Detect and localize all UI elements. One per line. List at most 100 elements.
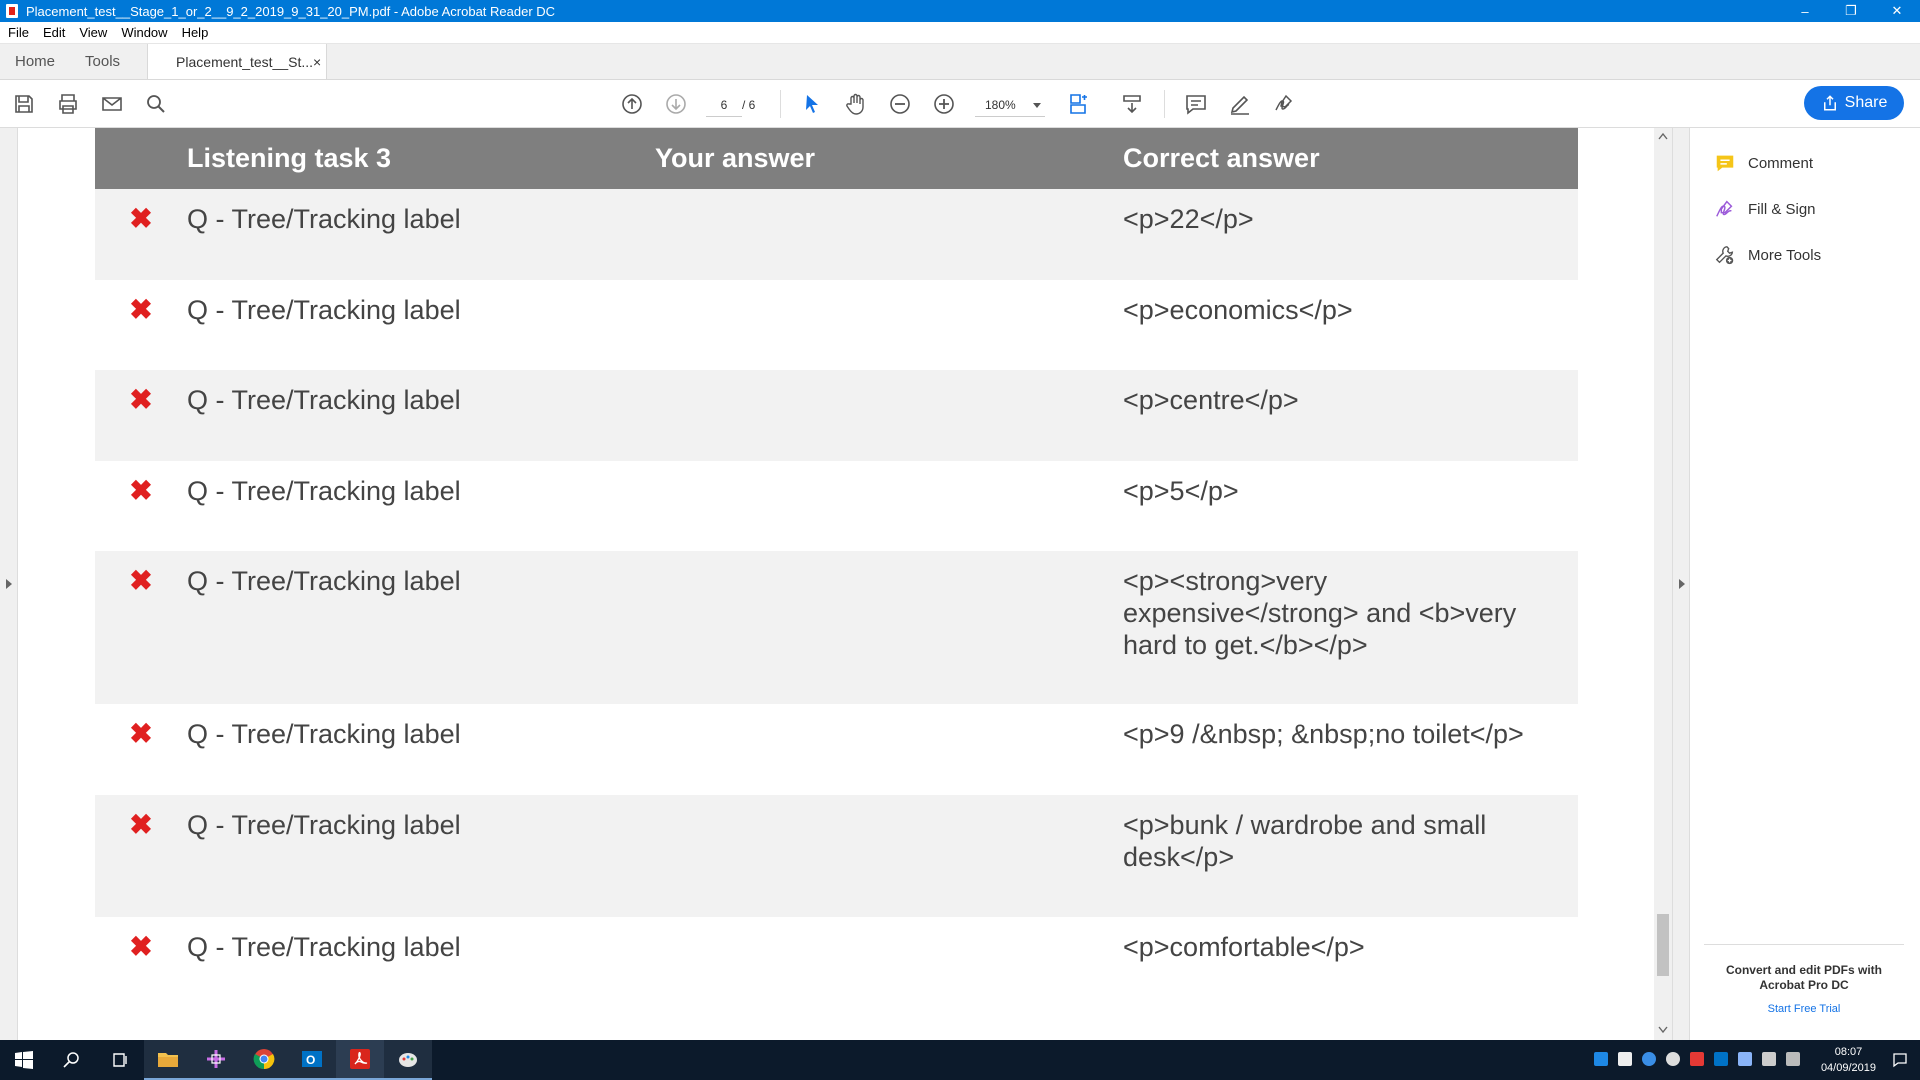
skype-icon[interactable] <box>1594 1052 1608 1066</box>
chevron-right-icon <box>6 579 12 589</box>
upsell-title: Convert and edit PDFs with Acrobat Pro D… <box>1725 963 1882 992</box>
notifications-icon[interactable] <box>1892 1052 1908 1068</box>
share-button[interactable]: Share <box>1804 86 1904 120</box>
menu-window[interactable]: Window <box>121 25 167 40</box>
tab-home[interactable]: Home <box>0 44 70 79</box>
right-pane-toggle[interactable] <box>1672 128 1690 1040</box>
page-number-input[interactable]: 6 <box>706 93 742 117</box>
close-window-button[interactable]: ✕ <box>1874 0 1920 22</box>
wrong-mark-icon: ✖ <box>95 704 187 795</box>
minimize-button[interactable]: – <box>1782 0 1828 22</box>
your-answer-cell <box>655 917 1123 1007</box>
svg-text:O: O <box>306 1053 315 1067</box>
onedrive-icon[interactable] <box>1642 1052 1656 1066</box>
wrong-mark-icon: ✖ <box>95 370 187 461</box>
table-row: ✖ Q - Tree/Tracking label <p>economics</… <box>95 280 1578 370</box>
taskbar-clock[interactable]: 08:07 04/09/2019 <box>1821 1044 1876 1076</box>
outlook-tray-icon[interactable] <box>1714 1052 1728 1066</box>
fit-page-icon[interactable] <box>1064 90 1092 118</box>
scroll-up-icon[interactable] <box>1658 132 1668 140</box>
correct-answer-cell: <p>9 /&nbsp; &nbsp;no toilet</p> <box>1123 704 1578 795</box>
zoom-in-icon[interactable] <box>930 90 958 118</box>
question-label: Q - Tree/Tracking label <box>187 704 655 795</box>
menu-view[interactable]: View <box>79 25 107 40</box>
security-icon[interactable] <box>1690 1052 1704 1066</box>
tools-pane-comment[interactable]: Comment <box>1714 152 1813 174</box>
previous-page-icon[interactable] <box>618 90 646 118</box>
wrong-mark-icon: ✖ <box>95 461 187 551</box>
volume-icon[interactable] <box>1786 1052 1800 1066</box>
menu-edit[interactable]: Edit <box>43 25 65 40</box>
header-correct-answer: Correct answer <box>1123 128 1578 189</box>
tab-tools[interactable]: Tools <box>70 44 135 79</box>
save-icon[interactable] <box>10 90 38 118</box>
left-pane-toggle[interactable] <box>0 128 18 1040</box>
correct-answer-cell: <p><strong>very expensive</strong> and <… <box>1123 551 1578 704</box>
your-answer-cell <box>655 795 1123 917</box>
hand-tool-icon[interactable] <box>842 90 870 118</box>
acrobat-taskbar-icon[interactable] <box>336 1040 384 1080</box>
document-view[interactable]: Listening task 3 Your answer Correct ans… <box>18 128 1654 1040</box>
search-icon[interactable] <box>48 1040 96 1080</box>
title-bar: Placement_test__Stage_1_or_2__9_2_2019_9… <box>0 0 1920 22</box>
zoom-level-value: 180% <box>985 98 1016 112</box>
zoom-level-select[interactable]: 180% <box>975 93 1045 117</box>
correct-answer-cell: <p>22</p> <box>1123 189 1578 280</box>
comment-icon <box>1716 155 1734 172</box>
zoom-out-icon[interactable] <box>886 90 914 118</box>
tools-pane-fill-sign[interactable]: Fill & Sign <box>1714 198 1816 220</box>
scrollbar-thumb[interactable] <box>1657 914 1669 976</box>
menu-help[interactable]: Help <box>182 25 209 40</box>
tab-document-label: Placement_test__St... <box>176 53 314 70</box>
paint-icon[interactable] <box>384 1040 432 1080</box>
window-title: Placement_test__Stage_1_or_2__9_2_2019_9… <box>26 3 556 19</box>
windows-start-icon[interactable] <box>0 1040 48 1080</box>
print-icon[interactable] <box>54 90 82 118</box>
menu-file[interactable]: File <box>8 25 29 40</box>
start-free-trial-link[interactable]: Start Free Trial <box>1704 1003 1904 1015</box>
tab-close-icon[interactable]: × <box>313 54 321 70</box>
highlight-pen-icon[interactable] <box>1226 90 1254 118</box>
network-icon[interactable] <box>1762 1052 1776 1066</box>
select-cursor-icon[interactable] <box>798 90 826 118</box>
tray-app-icon[interactable] <box>1618 1052 1632 1066</box>
share-icon <box>1823 95 1836 111</box>
tools-pane: Comment Fill & Sign More Tools Convert a… <box>1690 128 1920 1040</box>
table-row: ✖ Q - Tree/Tracking label <p>comfortable… <box>95 917 1578 1007</box>
outlook-icon[interactable]: O <box>288 1040 336 1080</box>
next-page-icon[interactable] <box>662 90 690 118</box>
vertical-scrollbar[interactable] <box>1654 128 1672 1040</box>
clock-time: 08:07 <box>1834 1046 1863 1058</box>
sign-icon[interactable] <box>1270 90 1298 118</box>
sync-icon[interactable] <box>1738 1052 1752 1066</box>
comment-icon[interactable] <box>1182 90 1210 118</box>
question-label: Q - Tree/Tracking label <box>187 917 655 1007</box>
snipping-tool-icon[interactable] <box>192 1040 240 1080</box>
wrong-mark-icon: ✖ <box>95 280 187 370</box>
your-answer-cell <box>655 461 1123 551</box>
scroll-down-icon[interactable] <box>1658 1026 1668 1034</box>
question-label: Q - Tree/Tracking label <box>187 189 655 280</box>
clock-date: 04/09/2019 <box>1820 1062 1876 1074</box>
more-tools-icon <box>1715 246 1734 265</box>
scroll-mode-icon[interactable] <box>1118 90 1146 118</box>
upsell-panel: Convert and edit PDFs with Acrobat Pro D… <box>1704 944 1904 1015</box>
correct-answer-cell: <p>bunk / wardrobe and small desk</p> <box>1123 795 1578 917</box>
share-label: Share <box>1844 94 1888 111</box>
tab-document[interactable]: Placement_test__St... × <box>147 44 328 79</box>
question-label: Q - Tree/Tracking label <box>187 370 655 461</box>
find-icon[interactable] <box>142 90 170 118</box>
chrome-icon[interactable] <box>240 1040 288 1080</box>
email-icon[interactable] <box>98 90 126 118</box>
file-explorer-icon[interactable] <box>144 1040 192 1080</box>
your-answer-cell <box>655 704 1123 795</box>
toolbar-divider <box>780 90 781 118</box>
wrong-mark-icon: ✖ <box>95 551 187 704</box>
header-task: Listening task 3 <box>187 128 655 189</box>
cloud-icon[interactable] <box>1666 1052 1680 1066</box>
task-view-icon[interactable] <box>96 1040 144 1080</box>
restore-button[interactable]: ❐ <box>1828 0 1874 22</box>
system-tray <box>1594 1052 1800 1066</box>
tools-pane-more-tools[interactable]: More Tools <box>1714 244 1821 266</box>
correct-answer-cell: <p>centre</p> <box>1123 370 1578 461</box>
